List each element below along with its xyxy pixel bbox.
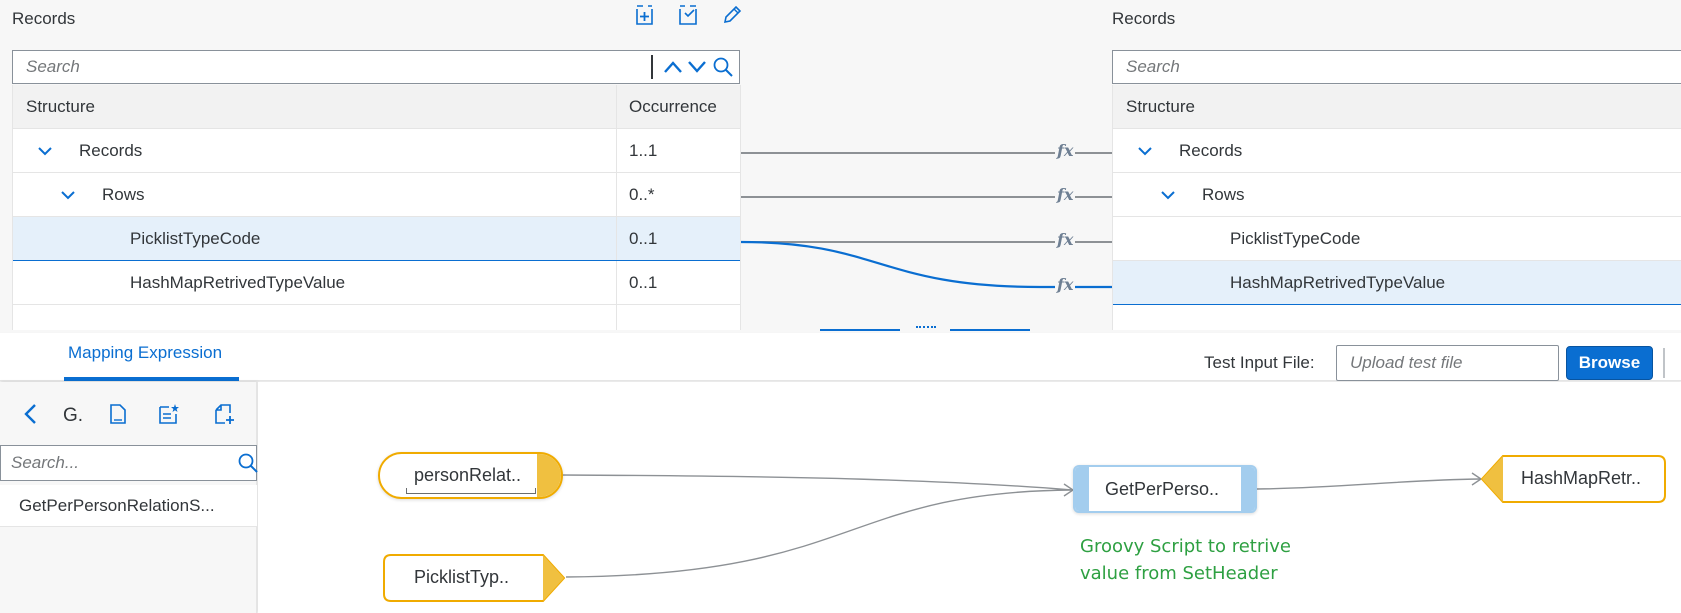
function-node-get-per-person[interactable]: GetPerPerso.. [1073, 465, 1257, 513]
source-node-bracket [406, 488, 536, 494]
function-node-label: GetPerPerso.. [1105, 479, 1220, 499]
target-node-hashmap[interactable]: HashMapRetr.. [1481, 455, 1666, 503]
source-node-label: PicklistTyp.. [414, 567, 510, 587]
target-node-label: HashMapRetr.. [1521, 468, 1642, 488]
source-node-label: personRelat.. [414, 465, 522, 485]
note-line: value from SetHeader [1080, 563, 1278, 584]
function-node-left-handle [1075, 467, 1089, 511]
function-node-right-handle [1241, 467, 1255, 511]
expression-connectors [559, 472, 1483, 578]
source-node-picklist-type[interactable]: PicklistTyp.. [383, 554, 565, 602]
source-node-person-relation[interactable]: personRelat.. [378, 452, 563, 499]
groovy-script-note: Groovy Script to retrive value from SetH… [1080, 533, 1291, 587]
note-line: Groovy Script to retrive [1080, 536, 1291, 557]
source-node-handle [537, 454, 561, 497]
